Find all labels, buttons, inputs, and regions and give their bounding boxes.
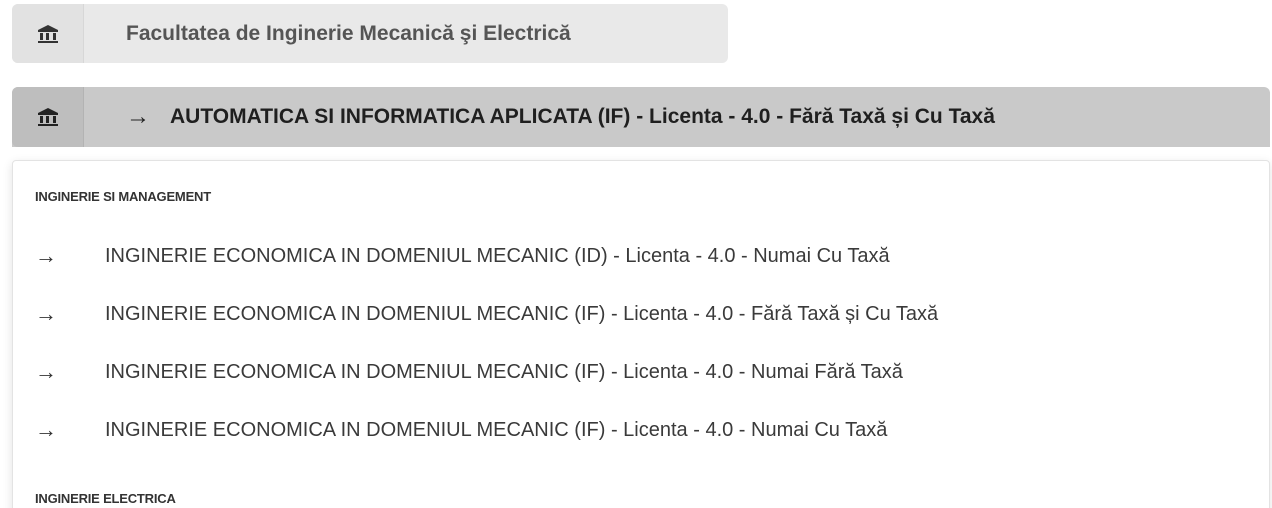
program-selection-page: Facultatea de Inginerie Mecanică şi Elec…	[0, 0, 1272, 508]
program-select-value: AUTOMATICA SI INFORMATICA APLICATA (IF) …	[170, 105, 995, 128]
option-label: INGINERIE ECONOMICA IN DOMENIUL MECANIC …	[105, 244, 890, 267]
arrow-right-icon: →	[126, 103, 150, 130]
program-select[interactable]: → AUTOMATICA SI INFORMATICA APLICATA (IF…	[12, 87, 1270, 147]
arrow-right-icon: →	[35, 301, 57, 326]
dropdown-option[interactable]: → INGINERIE ECONOMICA IN DOMENIUL MECANI…	[35, 359, 903, 385]
faculty-icon-addon	[12, 4, 84, 63]
option-group-header: INGINERIE SI MANAGEMENT	[35, 189, 211, 204]
dropdown-option[interactable]: → INGINERIE ECONOMICA IN DOMENIUL MECANI…	[35, 417, 887, 443]
option-label: INGINERIE ECONOMICA IN DOMENIUL MECANIC …	[105, 302, 939, 325]
option-label: INGINERIE ECONOMICA IN DOMENIUL MECANIC …	[105, 360, 903, 383]
option-group-header: INGINERIE ELECTRICA	[35, 491, 176, 506]
program-icon-addon	[12, 87, 84, 147]
program-dropdown-list[interactable]: INGINERIE SI MANAGEMENT → INGINERIE ECON…	[12, 160, 1270, 508]
faculty-select-value: Facultatea de Inginerie Mecanică şi Elec…	[126, 21, 571, 45]
dropdown-option[interactable]: → INGINERIE ECONOMICA IN DOMENIUL MECANI…	[35, 301, 938, 327]
faculty-select[interactable]: Facultatea de Inginerie Mecanică şi Elec…	[12, 4, 728, 63]
arrow-right-icon: →	[35, 243, 57, 268]
dropdown-option[interactable]: → INGINERIE ECONOMICA IN DOMENIUL MECANI…	[35, 243, 890, 269]
arrow-right-icon: →	[35, 417, 57, 442]
arrow-right-icon: →	[35, 359, 57, 384]
university-icon	[37, 108, 58, 126]
option-label: INGINERIE ECONOMICA IN DOMENIUL MECANIC …	[105, 418, 888, 441]
university-icon	[37, 24, 58, 43]
